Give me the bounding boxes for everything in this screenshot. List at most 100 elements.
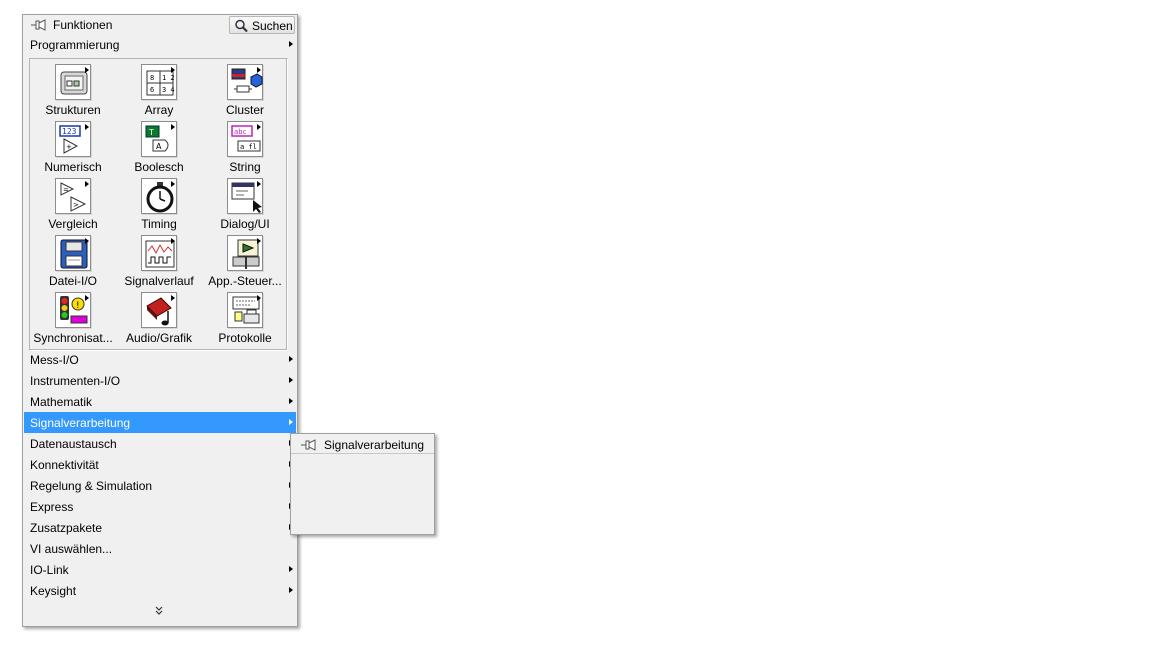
submenu-arrow-icon [171, 295, 175, 301]
menu-item-instrumenten-i-o[interactable]: Instrumenten-I/O [24, 370, 296, 391]
submenu-arrow-icon [171, 124, 175, 130]
palette-item-label: Dialog/UI [220, 217, 270, 231]
programming-icon-grid: Strukturen 8 1 2 6 3 4 Array Cluster 123 + Numeri… [29, 58, 288, 351]
menu-item-keysight[interactable]: Keysight [24, 580, 296, 601]
submenu-arrow-icon [289, 356, 293, 362]
thumbtack-icon[interactable] [300, 438, 318, 452]
menu-item-label: Keysight [30, 584, 77, 598]
palette-item-signalverlauf[interactable]: Signalverlauf [116, 230, 202, 288]
menu-item-datenaustausch[interactable]: Datenaustausch [24, 433, 296, 454]
menu-item-vi-ausw-hlen[interactable]: VI auswählen... [24, 538, 296, 559]
palette-item-label: Array [144, 103, 174, 117]
app-control-icon-frame [227, 235, 263, 271]
magnifier-icon [235, 19, 248, 33]
numeric-icon-frame: 123 + [55, 121, 91, 157]
palette-item-label: Boolesch [134, 160, 184, 174]
palette-item-strukturen[interactable]: Strukturen [30, 59, 116, 117]
svg-text:A: A [156, 142, 162, 151]
palette-item-label: Cluster [225, 103, 264, 117]
submenu-arrow-icon [171, 181, 175, 187]
palette-header: Funktionen Suchen [23, 15, 297, 35]
functions-palette: Funktionen Suchen Programmierung Struktu… [22, 14, 298, 627]
comparison-icon-frame: = > [55, 178, 91, 214]
synchronization-icon-frame: ! [55, 292, 91, 328]
menu-item-programmierung[interactable]: Programmierung [24, 34, 296, 55]
menu-item-express[interactable]: Express [24, 496, 296, 517]
palette-item-numerisch[interactable]: 123 + Numerisch [30, 116, 116, 174]
submenu-arrow-icon [257, 295, 261, 301]
submenu-arrow-icon [85, 124, 89, 130]
svg-text:6: 6 [150, 86, 154, 94]
menu-item-mathematik[interactable]: Mathematik [24, 391, 296, 412]
submenu-arrow-icon [289, 398, 293, 404]
submenu-arrow-icon [85, 295, 89, 301]
boolean-icon-frame: TA [141, 121, 177, 157]
menu-item-io-link[interactable]: IO-Link [24, 559, 296, 580]
palette-item-label: Protokolle [218, 331, 272, 345]
palette-item-vergleich[interactable]: = > Vergleich [30, 173, 116, 231]
submenu-arrow-icon [171, 67, 175, 73]
submenu-header: Signalverarbeitung [291, 434, 434, 454]
svg-text:a fl: a fl [240, 143, 257, 151]
svg-text:+: + [66, 143, 72, 151]
svg-text:>: > [73, 201, 79, 209]
svg-text:123: 123 [62, 127, 77, 136]
palette-item-dialog-ui[interactable]: Dialog/UI [202, 173, 288, 231]
dialog-icon-frame [227, 178, 263, 214]
palette-item-protokolle[interactable]: Protokolle [202, 287, 288, 345]
search-label: Suchen [252, 19, 293, 33]
palette-item-label: Signalverlauf [124, 274, 194, 288]
submenu-arrow-icon [257, 238, 261, 244]
svg-text:abc: abc [234, 128, 247, 136]
menu-item-mess-i-o[interactable]: Mess-I/O [24, 349, 296, 370]
palette-item-string[interactable]: abc a fl String [202, 116, 288, 174]
palette-item-label: App.-Steuer... [208, 274, 282, 288]
menu-item-zusatzpakete[interactable]: Zusatzpakete [24, 517, 296, 538]
palette-item-label: Datei-I/O [48, 274, 97, 288]
svg-text:8: 8 [150, 74, 154, 82]
stopwatch-icon-frame [141, 178, 177, 214]
submenu-arrow-icon [289, 377, 293, 383]
search-button[interactable]: Suchen [229, 16, 295, 34]
palette-item-label: Audio/Grafik [125, 331, 193, 345]
svg-text:T: T [148, 128, 154, 137]
svg-text:=: = [63, 186, 69, 194]
menu-item-label: Regelung & Simulation [30, 479, 153, 493]
menu-item-label: Mathematik [30, 395, 93, 409]
palette-item-audio-grafik[interactable]: Audio/Grafik [116, 287, 202, 345]
menu-item-konnektivit-t[interactable]: Konnektivität [24, 454, 296, 475]
waveform-icon-frame [141, 235, 177, 271]
menu-item-signalverarbeitung[interactable]: Signalverarbeitung [24, 412, 296, 433]
palette-item-cluster[interactable]: Cluster [202, 59, 288, 117]
floppy-disk-icon-frame [55, 235, 91, 271]
structures-icon-frame [55, 64, 91, 100]
menu-item-regelung-simulation[interactable]: Regelung & Simulation [24, 475, 296, 496]
thumbtack-icon[interactable] [30, 18, 48, 32]
report-icon-frame [227, 292, 263, 328]
menu-item-label: Zusatzpakete [30, 521, 103, 535]
submenu-arrow-icon [257, 181, 261, 187]
menu-item-label: VI auswählen... [30, 542, 113, 556]
menu-item-label: Mess-I/O [30, 353, 79, 367]
svg-text:!: ! [76, 301, 80, 311]
submenu-arrow-icon [85, 181, 89, 187]
submenu-arrow-icon [171, 238, 175, 244]
palette-item-boolesch[interactable]: T A Boolesch [116, 116, 202, 174]
submenu-arrow-icon [85, 238, 89, 244]
palette-item-app-steuer[interactable]: App.-Steuer... [202, 230, 288, 288]
palette-item-array[interactable]: 8 1 2 6 3 4 Array [116, 59, 202, 117]
cluster-icon-frame [227, 64, 263, 100]
svg-text:3 4: 3 4 [162, 86, 175, 94]
string-icon-frame: abc a fl [227, 121, 263, 157]
submenu-arrow-icon [289, 41, 293, 47]
palette-item-synchronisat[interactable]: ! Synchronisat... [30, 287, 116, 345]
palette-item-label: Vergleich [48, 217, 98, 231]
palette-item-datei-i-o[interactable]: Datei-I/O [30, 230, 116, 288]
menu-item-label: Programmierung [30, 38, 120, 52]
submenu-arrow-icon [257, 67, 261, 73]
palette-item-label: Timing [141, 217, 177, 231]
palette-item-label: Synchronisat... [33, 331, 113, 345]
audio-graphics-icon-frame [141, 292, 177, 328]
chevron-double-down-icon[interactable] [153, 605, 165, 617]
palette-item-timing[interactable]: Timing [116, 173, 202, 231]
